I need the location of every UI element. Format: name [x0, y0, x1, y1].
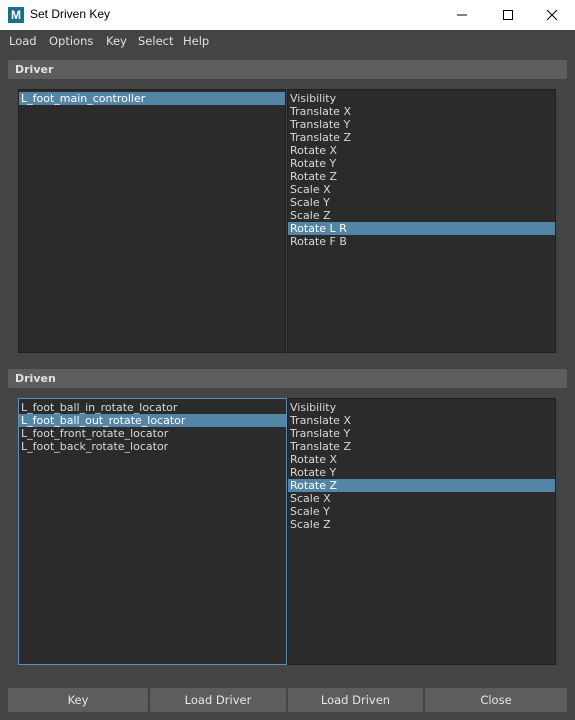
driven-attribute-list[interactable]: Visibility Translate X Translate Y Translat…: [287, 398, 556, 665]
driven-attribute-item[interactable]: Scale Z: [288, 518, 555, 531]
driven-attribute-item[interactable]: Rotate Y: [288, 466, 555, 479]
driven-attribute-item[interactable]: Visibility: [288, 401, 555, 414]
driver-attribute-item[interactable]: Scale X: [288, 183, 555, 196]
driven-attribute-item[interactable]: Rotate X: [288, 453, 555, 466]
close-button[interactable]: Close: [425, 688, 567, 712]
driven-object-item[interactable]: L_foot_front_rotate_locator: [19, 427, 286, 440]
driven-attribute-item[interactable]: Translate Y: [288, 427, 555, 440]
load-driver-button[interactable]: Load Driver: [150, 688, 286, 712]
menu-load[interactable]: Load: [9, 34, 37, 48]
menu-key[interactable]: Key: [106, 34, 127, 48]
driver-attribute-item[interactable]: Translate Z: [288, 131, 555, 144]
driver-attribute-list[interactable]: Visibility Translate X Translate Y Translat…: [287, 89, 556, 353]
driven-object-item[interactable]: L_foot_back_rotate_locator: [19, 440, 286, 453]
maximize-button[interactable]: [485, 0, 531, 30]
menu-options[interactable]: Options: [49, 34, 93, 48]
driver-attribute-item[interactable]: Rotate X: [288, 144, 555, 157]
driver-attribute-item[interactable]: Rotate Z: [288, 170, 555, 183]
driver-attribute-item[interactable]: Translate Y: [288, 118, 555, 131]
title-bar: M Set Driven Key: [0, 0, 575, 30]
key-button[interactable]: Key: [8, 688, 148, 712]
driver-object-item[interactable]: L_foot_main_controller: [19, 92, 285, 105]
menu-help[interactable]: Help: [183, 34, 209, 48]
minimize-button[interactable]: [439, 0, 485, 30]
close-icon: [546, 9, 558, 21]
menu-bar: Load Options Key Select Help: [0, 30, 575, 52]
driven-attribute-item[interactable]: Translate Z: [288, 440, 555, 453]
driver-attribute-item[interactable]: Rotate L R: [288, 222, 555, 235]
driver-attribute-item[interactable]: Rotate F B: [288, 235, 555, 248]
driven-attribute-item[interactable]: Scale X: [288, 492, 555, 505]
maya-logo-icon: M: [8, 7, 24, 23]
window-title: Set Driven Key: [30, 7, 111, 21]
driven-attribute-item[interactable]: Rotate Z: [288, 479, 555, 492]
driven-object-list[interactable]: L_foot_ball_in_rotate_locator L_foot_ball…: [18, 398, 287, 665]
load-driven-button[interactable]: Load Driven: [288, 688, 423, 712]
driver-attribute-item[interactable]: Visibility: [288, 92, 555, 105]
maximize-icon: [503, 10, 513, 20]
menu-select[interactable]: Select: [138, 34, 173, 48]
driver-object-list[interactable]: L_foot_main_controller: [18, 89, 286, 353]
driver-attribute-item[interactable]: Scale Y: [288, 196, 555, 209]
driven-object-item[interactable]: L_foot_ball_out_rotate_locator: [19, 414, 286, 427]
minimize-icon: [457, 14, 467, 16]
close-window-button[interactable]: [529, 0, 575, 30]
driver-attribute-item[interactable]: Rotate Y: [288, 157, 555, 170]
driver-attribute-item[interactable]: Translate X: [288, 105, 555, 118]
driver-frame-header[interactable]: Driver: [8, 60, 567, 79]
driven-object-item[interactable]: L_foot_ball_in_rotate_locator: [19, 401, 286, 414]
driven-frame-header[interactable]: Driven: [8, 369, 567, 388]
driven-attribute-item[interactable]: Scale Y: [288, 505, 555, 518]
driver-attribute-item[interactable]: Scale Z: [288, 209, 555, 222]
driven-attribute-item[interactable]: Translate X: [288, 414, 555, 427]
